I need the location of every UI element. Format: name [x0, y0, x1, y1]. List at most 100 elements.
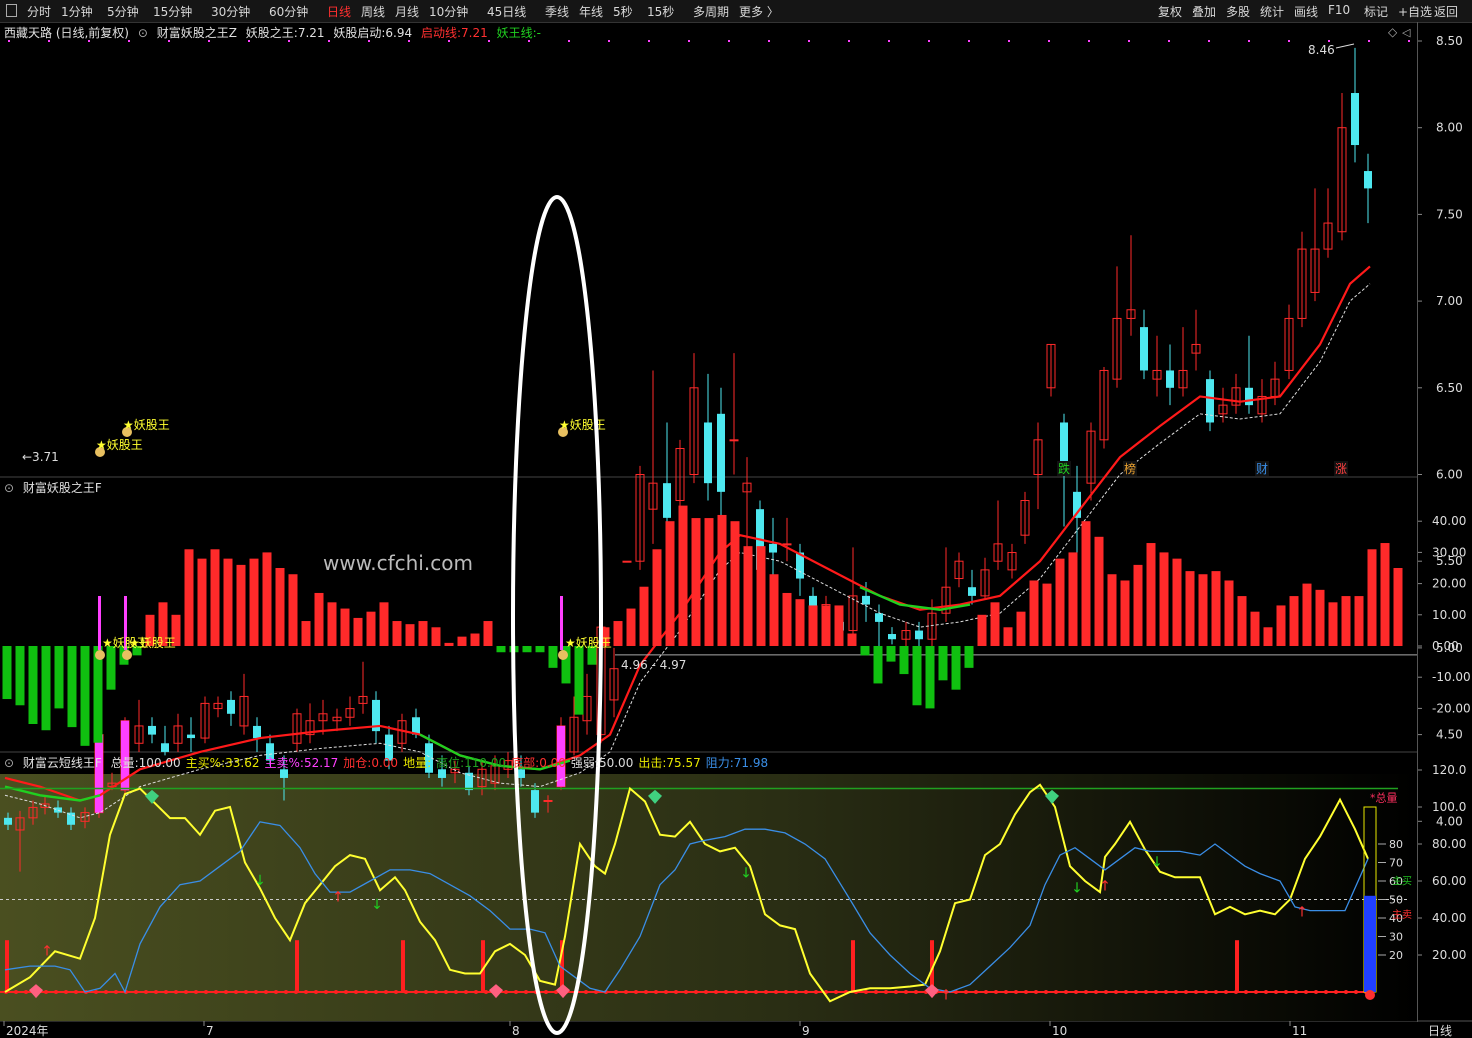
candle-body	[888, 634, 896, 640]
bottom-dot	[1134, 990, 1138, 994]
bottom-dot	[1334, 990, 1338, 994]
stock-label: 西藏天路 (日线,前复权)	[4, 26, 129, 40]
histogram-bar	[795, 599, 805, 646]
histogram-bar	[951, 646, 961, 690]
bottom-dot	[644, 990, 648, 994]
bottom-dot	[344, 990, 348, 994]
bottom-axis-label: 120.0	[1432, 763, 1466, 777]
top-signal-dot	[768, 40, 770, 42]
histogram-bar	[1315, 589, 1325, 646]
bottom-dot	[884, 990, 888, 994]
bottom-dot	[614, 990, 618, 994]
bottom-pane-title[interactable]: 财富云短线王F	[23, 756, 102, 770]
candle-body	[915, 630, 923, 640]
bottom-dot	[144, 990, 148, 994]
candle-body	[543, 799, 553, 802]
bottom-dot	[1074, 990, 1078, 994]
histogram-bar	[626, 608, 636, 646]
bottom-dot	[394, 990, 398, 994]
histogram-bar	[301, 621, 311, 646]
histogram-bar	[756, 546, 766, 646]
x-axis-label: 10	[1052, 1024, 1067, 1038]
histogram-bar	[834, 605, 844, 646]
histogram-bar	[470, 633, 480, 646]
histogram-bar	[691, 518, 701, 646]
bottom-dot	[724, 990, 728, 994]
bottom-dot	[1224, 990, 1228, 994]
period-label: 日线	[1428, 1024, 1452, 1038]
bottom-dot	[284, 990, 288, 994]
histogram-bar	[28, 646, 38, 724]
x-axis-label: 8	[512, 1024, 520, 1038]
bottom-axis-label: 80.00	[1432, 837, 1466, 851]
histogram-bar	[925, 646, 935, 709]
bottom-dot	[1014, 990, 1018, 994]
bottom-dot	[584, 990, 588, 994]
indicator-value-8: 75.57	[666, 756, 701, 770]
indicator-label-6: 底部:	[511, 756, 540, 770]
histogram-bar	[678, 505, 688, 646]
indicator-label-2: 主卖%:	[264, 756, 304, 770]
money-bag-icon	[122, 650, 132, 660]
histogram-bar	[379, 602, 389, 646]
collapse-icon: ◁	[1402, 26, 1411, 39]
settings-icon[interactable]: ⊙	[138, 26, 148, 40]
top-signal-dot	[1088, 40, 1090, 42]
bottom-dot	[1324, 990, 1328, 994]
histogram-bar	[1068, 552, 1078, 646]
signal-label: ★妖股王	[123, 418, 170, 432]
candle-body	[875, 613, 883, 622]
bottom-dot	[744, 990, 748, 994]
histogram-bar	[1224, 580, 1234, 646]
mid-axis-label: -10.00	[1432, 670, 1471, 684]
histogram-bar	[782, 592, 792, 646]
bottom-dot	[224, 990, 228, 994]
bottom-dot	[324, 990, 328, 994]
bottom-dot	[304, 990, 308, 994]
histogram-bar	[821, 605, 831, 646]
histogram-bar	[613, 621, 623, 646]
level-mark-label: 4.96 - 4.97	[621, 658, 686, 672]
settings-icon[interactable]: ⊙	[4, 756, 14, 770]
histogram-bar	[197, 558, 207, 646]
settings-icon[interactable]: ⊙	[4, 481, 14, 495]
chart-canvas[interactable]: 8.508.007.507.006.506.005.505.004.504.00…	[0, 0, 1472, 1038]
bottom-dot	[24, 990, 28, 994]
price-axis-label: 6.50	[1436, 381, 1463, 395]
bottom-dot	[504, 990, 508, 994]
bottom-dot	[1274, 990, 1278, 994]
ma-line-green	[859, 586, 971, 611]
mid-pane-title[interactable]: 财富妖股之王F	[23, 481, 102, 495]
bottom-dot	[264, 990, 268, 994]
histogram-bar	[1276, 605, 1286, 646]
bottom-dot	[1124, 990, 1128, 994]
bottom-dot	[74, 990, 78, 994]
money-bag-icon	[95, 650, 105, 660]
histogram-bar	[1367, 549, 1377, 646]
candle-body	[704, 422, 712, 484]
bottom-dot	[1024, 990, 1028, 994]
histogram-bar	[1250, 611, 1260, 646]
bottom-axis-label: 40.00	[1432, 911, 1466, 925]
king-label: 妖股之王:	[245, 26, 298, 40]
top-signal-dot	[648, 40, 650, 42]
down-arrow-icon: ↓	[740, 866, 752, 882]
signal-label: ★妖股王	[559, 418, 606, 432]
mid-axis-label: 10.00	[1432, 608, 1466, 622]
low-price-label: ←3.71	[22, 450, 59, 464]
histogram-bar	[366, 611, 376, 646]
bottom-dot	[94, 990, 98, 994]
up-arrow-icon: ↑	[1099, 879, 1111, 895]
histogram-bar	[54, 646, 64, 709]
histogram-bar	[340, 608, 350, 646]
indicator-name[interactable]: 财富妖股之王Z	[157, 26, 237, 40]
bottom-dot	[364, 990, 368, 994]
bottom-dot	[754, 990, 758, 994]
bottom-dot	[914, 990, 918, 994]
bottom-dot	[454, 990, 458, 994]
candle-body	[253, 725, 261, 739]
mid-axis-label: 20.00	[1432, 577, 1466, 591]
candle-body	[1140, 327, 1148, 371]
histogram-bar	[574, 646, 584, 715]
top-signal-dot	[728, 40, 730, 42]
